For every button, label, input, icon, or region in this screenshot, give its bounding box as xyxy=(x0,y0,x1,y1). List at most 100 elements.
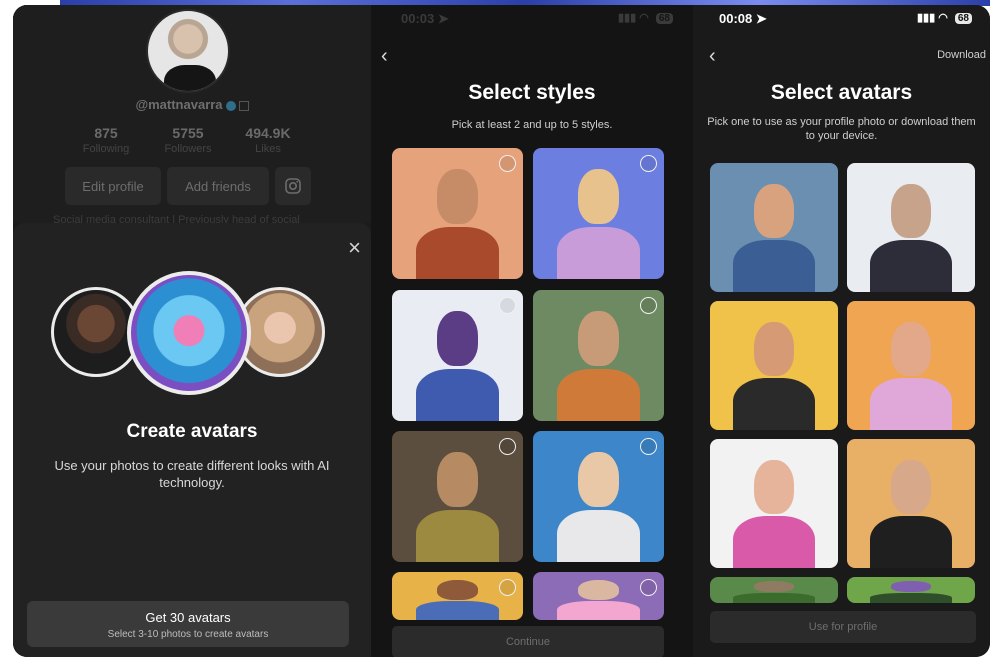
portrait-body xyxy=(415,600,500,620)
add-friends-button[interactable]: Add friends xyxy=(167,167,269,205)
signal-icon: ▮▮▮ xyxy=(916,12,936,24)
portrait-body xyxy=(556,226,641,279)
stat-value: 5755 xyxy=(172,125,204,141)
use-for-profile-button[interactable]: Use for profile xyxy=(710,611,976,643)
style-tile[interactable] xyxy=(392,290,523,421)
username: @mattnavarra xyxy=(13,97,371,112)
portrait-body xyxy=(870,240,952,292)
portrait-body xyxy=(415,226,500,279)
download-button[interactable]: Download xyxy=(937,49,986,61)
portrait-body xyxy=(870,592,952,603)
select-radio[interactable] xyxy=(640,155,657,172)
stat-likes: 494.9K Likes xyxy=(223,125,313,155)
portrait-face xyxy=(890,321,932,376)
sheet-description: Use your photos to create different look… xyxy=(54,458,330,490)
continue-button[interactable]: Continue xyxy=(392,626,664,657)
select-radio[interactable] xyxy=(640,297,657,314)
portrait-face xyxy=(436,168,479,224)
portrait-body xyxy=(733,516,815,568)
page-title: Select styles xyxy=(468,81,596,104)
status-time-text: 00:08 xyxy=(719,11,753,26)
avatar-tile[interactable] xyxy=(710,577,838,603)
select-radio[interactable] xyxy=(640,579,657,596)
portrait-body xyxy=(733,378,815,430)
screenshot-frame: @mattnavarra 875 Following 5755 Follower… xyxy=(13,5,990,657)
battery-icon: 68 xyxy=(954,13,972,24)
portrait-face xyxy=(577,579,620,600)
page-subtitle: Pick at least 2 and up to 5 styles. xyxy=(451,119,613,131)
portrait-body xyxy=(415,368,500,421)
style-tile[interactable] xyxy=(533,431,664,562)
select-radio[interactable] xyxy=(499,155,516,172)
stat-value: 494.9K xyxy=(245,125,291,141)
portrait-face xyxy=(890,183,932,238)
portrait-body xyxy=(733,592,815,603)
portrait-face xyxy=(753,581,795,593)
instagram-icon xyxy=(285,178,301,194)
get-avatars-button[interactable]: Get 30 avatars Select 3-10 photos to cre… xyxy=(27,601,349,647)
select-styles-panel: 00:03 ➤ ▮▮▮ ◠ 68 ‹ Select styles Pick at… xyxy=(371,5,693,657)
page-subtitle: Pick one to use as your profile photo or… xyxy=(707,116,976,142)
instagram-button[interactable] xyxy=(275,167,311,205)
cta-title: Get 30 avatars xyxy=(145,610,231,625)
select-avatars-panel: 00:08 ➤ ▮▮▮ ◠ 68 ‹ Download Select avata… xyxy=(693,5,990,657)
avatar-tile[interactable] xyxy=(847,577,975,603)
portrait-body xyxy=(733,240,815,292)
style-tile[interactable] xyxy=(533,148,664,279)
style-tile[interactable] xyxy=(533,290,664,421)
style-tile[interactable] xyxy=(392,431,523,562)
portrait-face xyxy=(577,451,620,507)
avatar-tile[interactable] xyxy=(710,163,838,292)
close-icon[interactable]: × xyxy=(348,237,361,259)
avatar-tile[interactable] xyxy=(710,301,838,430)
select-radio[interactable] xyxy=(499,579,516,596)
portrait-body xyxy=(556,368,641,421)
wifi-icon: ◠ xyxy=(938,12,948,24)
portrait-face xyxy=(436,451,479,507)
portrait-body xyxy=(556,509,641,562)
avatar-preview-center xyxy=(127,271,251,395)
style-tile[interactable] xyxy=(533,572,664,620)
avatar-tile[interactable] xyxy=(847,439,975,568)
avatar-tile[interactable] xyxy=(847,163,975,292)
status-time: 00:03 ➤ xyxy=(401,11,449,27)
portrait-face xyxy=(753,321,795,376)
stat-label: Followers xyxy=(164,143,212,155)
portrait-face xyxy=(436,310,479,366)
select-radio[interactable] xyxy=(499,438,516,455)
avatar-tile[interactable] xyxy=(710,439,838,568)
profile-avatar xyxy=(146,9,230,93)
portrait-face xyxy=(753,183,795,238)
create-avatars-sheet: × Create avatars Use your photos to crea… xyxy=(13,223,371,657)
status-time: 00:08 ➤ xyxy=(719,11,767,27)
wifi-icon: ◠ xyxy=(639,12,649,24)
portrait-face xyxy=(890,581,932,593)
portrait-body xyxy=(415,509,500,562)
style-tile[interactable] xyxy=(392,572,523,620)
battery-icon: 68 xyxy=(655,13,673,24)
stat-followers: 5755 Followers xyxy=(143,125,233,155)
stat-following: 875 Following xyxy=(61,125,151,155)
page-title: Select avatars xyxy=(770,81,913,104)
verified-icon xyxy=(225,100,236,111)
portrait-body xyxy=(556,600,641,620)
sheet-title: Create avatars xyxy=(126,421,258,442)
select-radio[interactable] xyxy=(640,438,657,455)
portrait-face xyxy=(436,579,479,600)
back-chevron-icon[interactable]: ‹ xyxy=(709,45,716,68)
portrait-face xyxy=(753,459,795,514)
portrait-face xyxy=(577,310,620,366)
status-icons: ▮▮▮ ◠ 68 xyxy=(917,11,972,24)
cta-subtitle: Select 3-10 photos to create avatars xyxy=(107,629,269,640)
status-time-text: 00:03 xyxy=(401,11,435,26)
create-avatars-panel: @mattnavarra 875 Following 5755 Follower… xyxy=(13,5,371,657)
portrait-body xyxy=(870,378,952,430)
style-tile[interactable] xyxy=(392,148,523,279)
edit-profile-button[interactable]: Edit profile xyxy=(65,167,161,205)
portrait-face xyxy=(577,168,620,224)
username-text: @mattnavarra xyxy=(135,97,223,112)
avatar-tile[interactable] xyxy=(847,301,975,430)
select-radio[interactable] xyxy=(499,297,516,314)
stat-label: Following xyxy=(82,143,130,155)
back-chevron-icon[interactable]: ‹ xyxy=(381,45,388,68)
